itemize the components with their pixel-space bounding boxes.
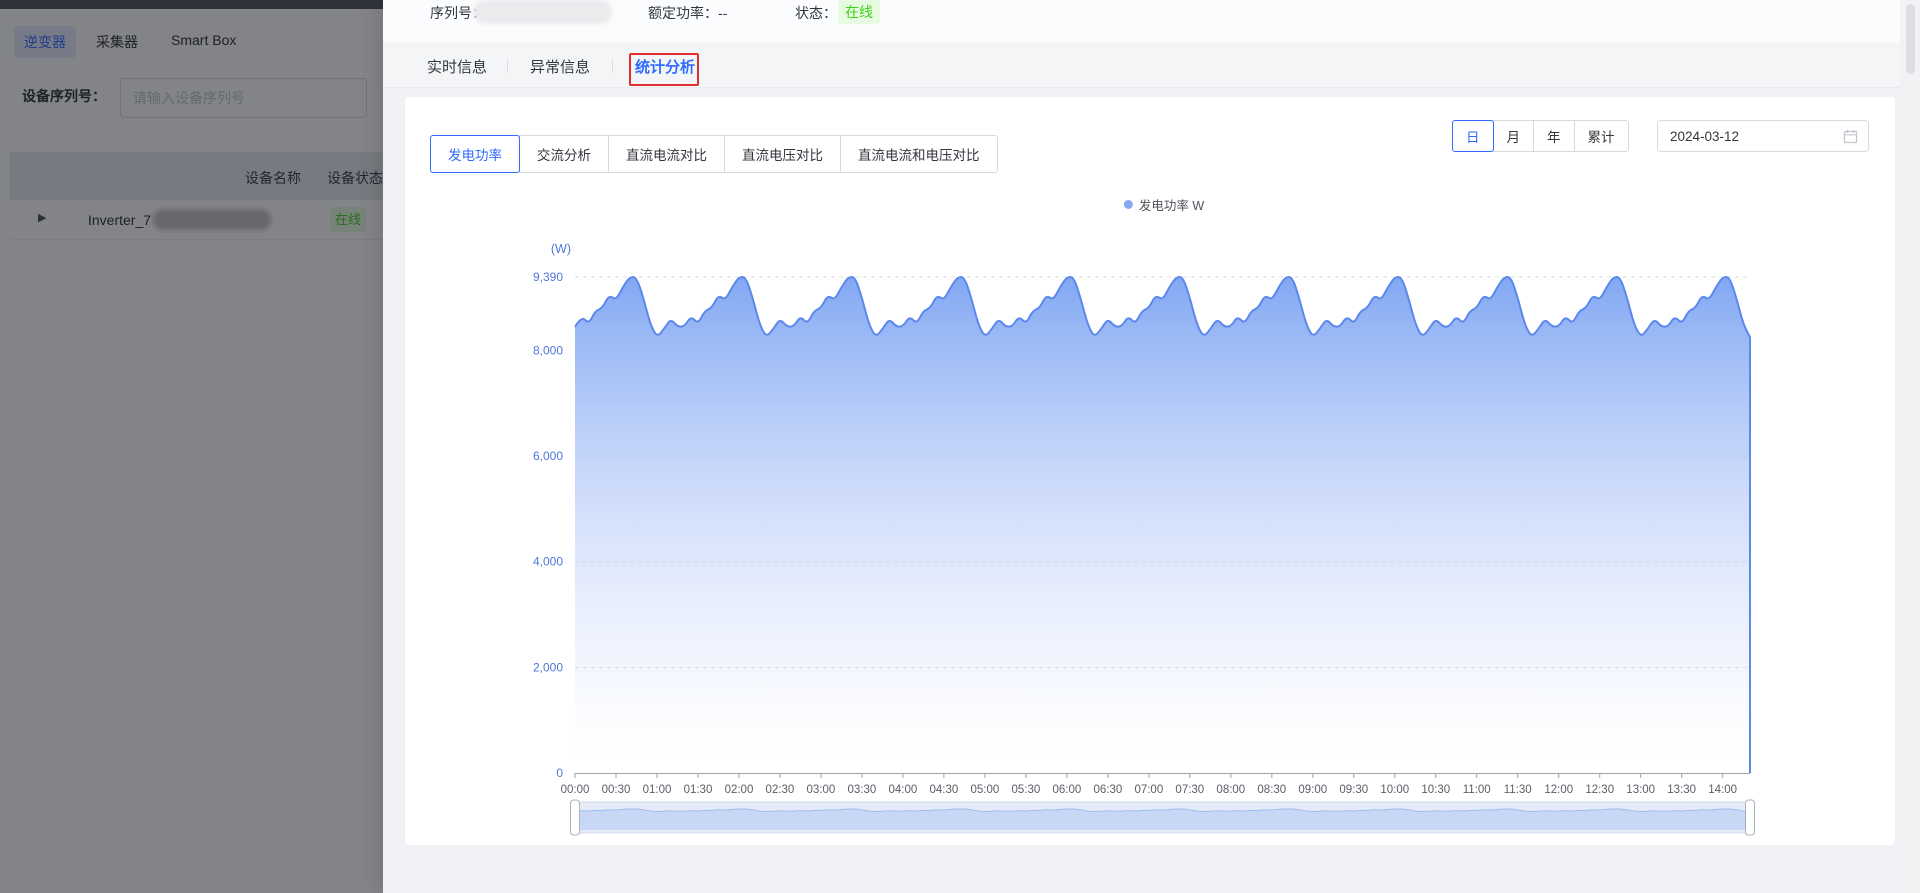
svg-text:08:30: 08:30 xyxy=(1257,784,1286,796)
chart-card: 发电功率 交流分析 直流电流对比 直流电压对比 直流电流和电压对比 日 月 年 … xyxy=(405,97,1895,845)
svg-text:00:30: 00:30 xyxy=(602,784,631,796)
drawer-tab-bar: 实时信息 异常信息 统计分析 xyxy=(383,42,1920,88)
svg-text:09:30: 09:30 xyxy=(1339,784,1368,796)
svg-text:02:30: 02:30 xyxy=(766,784,795,796)
svg-text:(W): (W) xyxy=(551,242,571,256)
svg-text:6,000: 6,000 xyxy=(533,449,563,463)
svg-text:11:00: 11:00 xyxy=(1463,784,1491,796)
scrollbar-track[interactable] xyxy=(1900,0,1920,893)
rated-power: 额定功率： -- xyxy=(648,3,727,23)
svg-text:07:30: 07:30 xyxy=(1175,784,1204,796)
status-badge: 在线 xyxy=(838,0,880,24)
svg-text:01:30: 01:30 xyxy=(684,784,713,796)
svg-text:12:30: 12:30 xyxy=(1585,784,1614,796)
svg-text:00:00: 00:00 xyxy=(561,784,590,796)
svg-text:07:00: 07:00 xyxy=(1134,784,1163,796)
tab-realtime-info[interactable]: 实时信息 xyxy=(427,56,487,77)
scrollbar-thumb[interactable] xyxy=(1906,4,1915,74)
rated-power-label: 额定功率： xyxy=(648,3,718,23)
svg-text:0: 0 xyxy=(556,766,563,780)
drawer-header: 序列号： 额定功率： -- 状态： 在线 xyxy=(383,0,1920,42)
tab-divider xyxy=(507,59,508,73)
rated-power-value: -- xyxy=(718,5,727,21)
svg-text:02:00: 02:00 xyxy=(725,784,754,796)
brush-handle xyxy=(571,800,580,835)
svg-text:01:00: 01:00 xyxy=(643,784,672,796)
svg-text:10:00: 10:00 xyxy=(1380,784,1409,796)
svg-text:4,000: 4,000 xyxy=(533,555,563,569)
page: 逆变器 采集器 Smart Box 设备序列号： 设备名称 设备状态 ▶ Inv… xyxy=(0,0,1920,893)
brush-handle xyxy=(1746,800,1755,835)
svg-text:08:00: 08:00 xyxy=(1216,784,1245,796)
svg-text:12:00: 12:00 xyxy=(1544,784,1573,796)
svg-text:13:00: 13:00 xyxy=(1626,784,1655,796)
tab-abnormal-info[interactable]: 异常信息 xyxy=(530,56,590,77)
redacted-serial xyxy=(473,0,612,24)
device-list-panel: 逆变器 采集器 Smart Box 设备序列号： 设备名称 设备状态 ▶ Inv… xyxy=(0,0,383,893)
svg-text:05:30: 05:30 xyxy=(1011,784,1040,796)
svg-text:04:00: 04:00 xyxy=(889,784,918,796)
status-label: 状态： xyxy=(795,3,837,23)
svg-text:14:00: 14:00 xyxy=(1708,784,1737,796)
tab-statistical-analysis[interactable]: 统计分析 xyxy=(635,56,695,77)
svg-text:05:00: 05:00 xyxy=(970,784,999,796)
svg-text:06:30: 06:30 xyxy=(1093,784,1122,796)
tab-divider xyxy=(612,59,613,73)
svg-text:06:00: 06:00 xyxy=(1052,784,1081,796)
modal-dim-overlay[interactable] xyxy=(0,0,383,893)
svg-text:03:00: 03:00 xyxy=(807,784,836,796)
svg-text:09:00: 09:00 xyxy=(1298,784,1327,796)
svg-text:10:30: 10:30 xyxy=(1421,784,1450,796)
svg-text:13:30: 13:30 xyxy=(1667,784,1696,796)
svg-text:03:30: 03:30 xyxy=(848,784,877,796)
device-detail-drawer: 序列号： 额定功率： -- 状态： 在线 实时信息 异常信息 统计分析 发电功率… xyxy=(383,0,1920,893)
svg-text:11:30: 11:30 xyxy=(1504,784,1532,796)
metric-power-button[interactable]: 发电功率 xyxy=(430,135,520,173)
svg-text:2,000: 2,000 xyxy=(533,660,563,674)
svg-text:8,000: 8,000 xyxy=(533,343,563,357)
power-area-chart[interactable]: 0 2,000 4,000 6,000 8,000 9,390 (W) 00:00 00:30 0… xyxy=(405,97,1895,845)
svg-text:04:30: 04:30 xyxy=(930,784,959,796)
period-day-button[interactable]: 日 xyxy=(1452,120,1494,152)
svg-text:9,390: 9,390 xyxy=(533,270,563,284)
